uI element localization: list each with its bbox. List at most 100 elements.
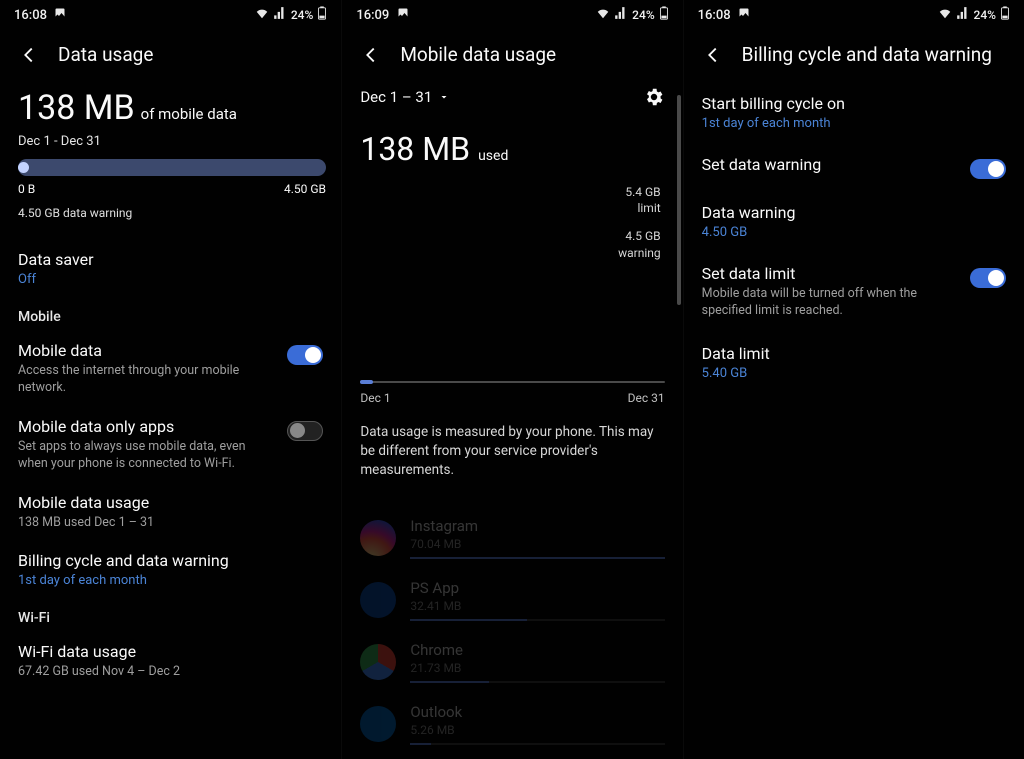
battery-icon (659, 6, 669, 23)
item-title: Billing cycle and data warning (18, 551, 323, 570)
item-value: 1st day of each month (18, 573, 323, 588)
measurement-note: Data usage is measured by your phone. Th… (360, 423, 664, 480)
picture-icon (54, 7, 66, 19)
signal-icon (273, 6, 287, 23)
usage-value: 138 MB (360, 130, 470, 168)
item-value: 5.40 GB (702, 366, 1006, 381)
date-range: Dec 1 - Dec 31 (18, 134, 323, 149)
usage-progress[interactable] (18, 159, 326, 176)
page-title: Billing cycle and data warning (742, 43, 992, 66)
clock: 16:09 (356, 8, 389, 23)
limit-value: 5.4 GB (364, 184, 660, 200)
item-title: Start billing cycle on (702, 94, 1006, 113)
page-title: Mobile data usage (400, 43, 556, 66)
progress-min: 0 B (18, 182, 35, 196)
item-title: Data saver (18, 250, 323, 269)
app-name: PS App (410, 579, 664, 597)
back-icon[interactable] (360, 44, 382, 66)
picture-icon (738, 7, 750, 19)
group-header-wifi: Wi-Fi (0, 598, 341, 632)
mobile-only-apps-item[interactable]: Mobile data only apps Set apps to always… (0, 407, 341, 483)
chart-end: Dec 31 (628, 391, 665, 405)
data-limit-item[interactable]: Data limit 5.40 GB (684, 332, 1024, 393)
usage-suffix: of mobile data (141, 105, 237, 123)
data-warning-item[interactable]: Data warning 4.50 GB (684, 191, 1024, 252)
app-usage-bar (410, 681, 664, 683)
wifi-icon (938, 6, 952, 23)
usage-chart[interactable]: Dec 1 Dec 31 (360, 381, 664, 405)
mobile-data-item[interactable]: Mobile data Access the internet through … (0, 331, 341, 407)
app-list: Instagram 70.04 MB PS App 32.41 MB Chrom… (342, 507, 682, 755)
settings-icon[interactable] (643, 86, 665, 108)
total-usage: 138 MB used (342, 130, 682, 168)
wifi-icon (596, 6, 610, 23)
start-cycle-item[interactable]: Start billing cycle on 1st day of each m… (684, 82, 1024, 143)
period-dropdown[interactable]: Dec 1 – 31 (360, 88, 450, 106)
warning-value: 4.5 GB (364, 228, 660, 244)
group-header-mobile: Mobile (0, 297, 341, 331)
item-title: Mobile data only apps (18, 417, 258, 436)
app-row[interactable]: PS App 32.41 MB (360, 569, 664, 631)
item-sub: 67.42 GB used Nov 4 – Dec 2 (18, 664, 258, 681)
wifi-icon (255, 6, 269, 23)
app-icon (360, 520, 396, 556)
picture-icon (397, 7, 409, 19)
item-value: Off (18, 272, 323, 287)
item-title: Set data warning (702, 155, 822, 174)
limit-label: limit (364, 200, 660, 216)
set-data-limit-item[interactable]: Set data limit Mobile data will be turne… (684, 252, 1024, 332)
status-bar: 16:08 24% (0, 0, 341, 23)
billing-cycle-item[interactable]: Billing cycle and data warning 1st day o… (0, 541, 341, 598)
battery-icon (317, 6, 327, 23)
app-size: 21.73 MB (410, 661, 664, 675)
item-title: Data warning (702, 203, 1006, 222)
chart-start: Dec 1 (360, 391, 390, 405)
back-icon[interactable] (18, 44, 40, 66)
data-saver-item[interactable]: Data saver Off (0, 240, 341, 297)
app-size: 5.26 MB (410, 723, 664, 737)
mobile-usage-item[interactable]: Mobile data usage 138 MB used Dec 1 – 31 (0, 483, 341, 542)
item-value: 1st day of each month (702, 116, 1006, 131)
chart-fill (360, 380, 372, 384)
item-sub: Access the internet through your mobile … (18, 363, 258, 397)
scroll-indicator[interactable] (677, 95, 681, 305)
set-limit-toggle[interactable] (970, 268, 1006, 288)
signal-icon (956, 6, 970, 23)
back-icon[interactable] (702, 44, 724, 66)
limits: 5.4 GBlimit 4.5 GBwarning (342, 184, 682, 261)
usage-suffix: used (478, 148, 508, 164)
mobile-only-toggle[interactable] (287, 421, 323, 441)
app-icon (360, 582, 396, 618)
total-usage: 138 MB of mobile data (18, 88, 323, 128)
set-warning-toggle[interactable] (970, 159, 1006, 179)
status-bar: 16:09 24% (342, 0, 682, 23)
mobile-data-toggle[interactable] (287, 345, 323, 365)
app-row[interactable]: Instagram 70.04 MB (360, 507, 664, 569)
item-value: 4.50 GB (702, 225, 1006, 240)
app-row[interactable]: Outlook 5.26 MB (360, 693, 664, 755)
warning-note: 4.50 GB data warning (18, 206, 323, 220)
app-name: Outlook (410, 703, 664, 721)
item-sub: Mobile data will be turned off when the … (702, 286, 922, 320)
set-data-warning-item[interactable]: Set data warning (684, 143, 1024, 191)
app-size: 32.41 MB (410, 599, 664, 613)
signal-icon (614, 6, 628, 23)
app-name: Chrome (410, 641, 664, 659)
item-sub: Set apps to always use mobile data, even… (18, 439, 258, 473)
app-icon (360, 644, 396, 680)
chevron-down-icon (438, 91, 450, 103)
app-row[interactable]: Chrome 21.73 MB (360, 631, 664, 693)
warning-label: warning (364, 245, 660, 261)
progress-max: 4.50 GB (284, 182, 326, 196)
status-bar: 16:08 24% (684, 0, 1024, 23)
clock: 16:08 (698, 8, 731, 23)
battery-text: 24% (291, 8, 313, 22)
page-title: Data usage (58, 43, 153, 66)
item-title: Mobile data (18, 341, 258, 360)
item-title: Mobile data usage (18, 493, 323, 512)
clock: 16:08 (14, 8, 47, 23)
period-text: Dec 1 – 31 (360, 88, 432, 106)
item-title: Set data limit (702, 264, 922, 283)
wifi-usage-item[interactable]: Wi-Fi data usage 67.42 GB used Nov 4 – D… (0, 632, 341, 691)
battery-text: 24% (974, 8, 996, 22)
